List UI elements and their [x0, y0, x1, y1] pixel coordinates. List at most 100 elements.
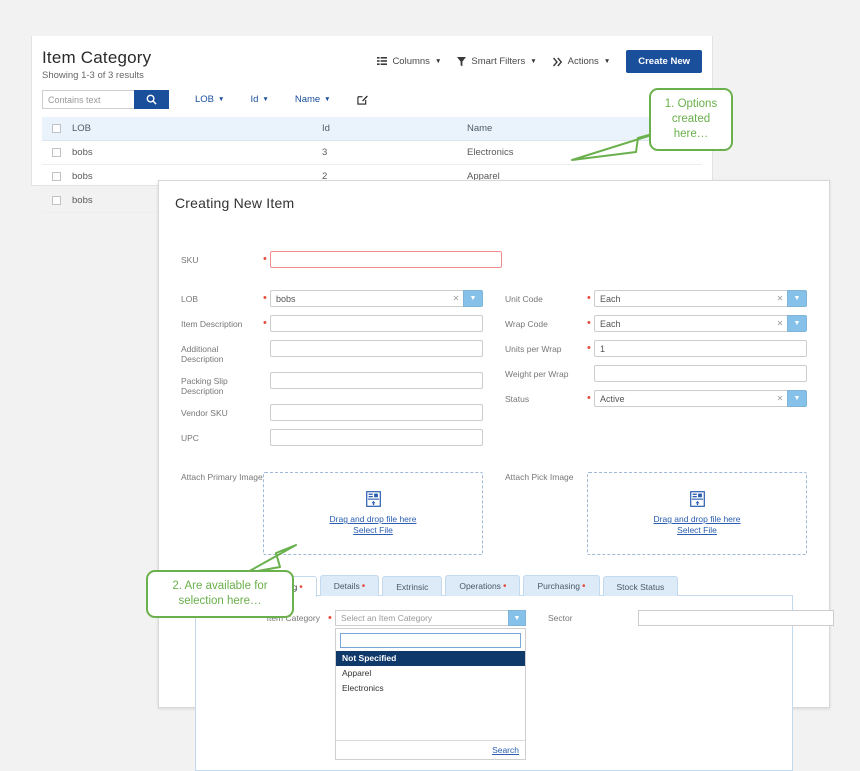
- edit-square-icon[interactable]: [356, 94, 368, 105]
- upc-input[interactable]: [270, 429, 483, 446]
- select-file-link[interactable]: Select File: [353, 525, 393, 536]
- callout-one: 1. Options created here…: [649, 88, 733, 151]
- tab-label: Purchasing: [537, 581, 580, 591]
- tab-extrinsic[interactable]: Extrinsic: [382, 576, 443, 596]
- modal-body: SKU • LOB • bobs ✕ ▼ Item Description • …: [159, 211, 834, 771]
- lob-combo[interactable]: bobs ✕ ▼: [270, 290, 483, 307]
- wrap-code-combo[interactable]: Each ✕ ▼: [594, 315, 807, 332]
- lob-control: bobs ✕ ▼: [270, 290, 483, 307]
- sku-input[interactable]: [270, 251, 502, 268]
- required-marker: •: [361, 581, 366, 592]
- row-checkbox[interactable]: [52, 171, 61, 181]
- select-all-checkbox[interactable]: [52, 123, 61, 133]
- chevron-down-icon[interactable]: ▼: [463, 290, 483, 307]
- dropdown-search-link[interactable]: Search: [492, 745, 519, 755]
- chevron-down-icon[interactable]: ▼: [787, 390, 807, 407]
- required-marker: •: [587, 317, 591, 329]
- catalog-tab-panel: Item Category • Select an Item Category …: [195, 595, 834, 771]
- columns-button[interactable]: Columns ▼: [377, 56, 441, 67]
- item-description-input[interactable]: [270, 315, 483, 332]
- option-not-specified[interactable]: Not Specified: [336, 651, 525, 666]
- attach-pick-image: Attach Pick Image Drag and drop file her…: [505, 472, 807, 555]
- item-category-combo[interactable]: Select an Item Category ▼: [335, 610, 526, 626]
- column-filter-name[interactable]: Name ▼: [295, 94, 331, 105]
- required-marker: •: [502, 581, 507, 592]
- chevron-down-icon: ▼: [530, 58, 537, 65]
- search-button[interactable]: [134, 90, 169, 109]
- column-filter-label: LOB: [195, 94, 215, 105]
- item-category-dropdown-panel: Not Specified Apparel Electronics Search: [335, 628, 526, 760]
- tab-label: Extrinsic: [396, 582, 429, 592]
- required-marker: •: [263, 253, 267, 265]
- clear-icon[interactable]: ✕: [449, 290, 463, 307]
- status-combo[interactable]: Active ✕ ▼: [594, 390, 807, 407]
- additional-description-input[interactable]: [270, 340, 483, 357]
- units-per-wrap-label: Units per Wrap: [505, 344, 562, 354]
- units-per-wrap-input[interactable]: [594, 340, 807, 357]
- row-checkbox[interactable]: [52, 147, 61, 157]
- field-lob: LOB • bobs ✕ ▼: [181, 290, 483, 307]
- item-category-option-list: Not Specified Apparel Electronics: [336, 651, 525, 740]
- option-apparel[interactable]: Apparel: [336, 666, 525, 681]
- drag-drop-text[interactable]: Drag and drop file here: [654, 514, 741, 525]
- pick-image-dropzone[interactable]: Drag and drop file here Select File: [587, 472, 807, 555]
- unit-code-label: Unit Code: [505, 294, 543, 304]
- tab-operations[interactable]: Operations •: [445, 575, 521, 596]
- search-input[interactable]: [42, 90, 134, 109]
- status-value: Active: [594, 390, 773, 407]
- grid-toolbar: Columns ▼ Smart Filters ▼ Actions ▼ Crea…: [377, 50, 702, 73]
- actions-label: Actions: [567, 56, 599, 67]
- chevron-down-icon[interactable]: ▼: [508, 610, 526, 626]
- column-filter-id[interactable]: Id ▼: [250, 94, 268, 105]
- header-lob[interactable]: LOB: [68, 117, 318, 141]
- tab-label: Details: [333, 581, 360, 591]
- tab-purchasing[interactable]: Purchasing •: [523, 575, 600, 596]
- packing-slip-description-control: [270, 372, 483, 389]
- option-electronics[interactable]: Electronics: [336, 681, 525, 696]
- cell-id: 3: [318, 140, 463, 165]
- field-additional-description: Additional Description •: [181, 340, 483, 364]
- row-select-cell: [42, 188, 68, 213]
- wrap-code-value: Each: [594, 315, 773, 332]
- field-status: Status • Active ✕ ▼: [505, 390, 807, 407]
- field-packing-slip-description: Packing Slip Description •: [181, 372, 483, 396]
- chevron-down-icon[interactable]: ▼: [787, 315, 807, 332]
- lob-label: LOB: [181, 294, 199, 304]
- sector-input[interactable]: [638, 610, 834, 626]
- header-id[interactable]: Id: [318, 117, 463, 141]
- actions-button[interactable]: Actions ▼: [552, 56, 610, 67]
- row-select-cell: [42, 164, 68, 189]
- double-chevron-right-icon: [552, 57, 563, 67]
- field-item-description: Item Description •: [181, 315, 483, 332]
- required-marker: •: [263, 317, 267, 329]
- creating-new-item-modal: Creating New Item SKU • LOB • bobs ✕ ▼ I…: [158, 180, 834, 771]
- clear-icon[interactable]: ✕: [773, 290, 787, 307]
- tab-details[interactable]: Details •: [319, 575, 380, 596]
- unit-code-combo[interactable]: Each ✕ ▼: [594, 290, 807, 307]
- item-category-search-input[interactable]: [340, 633, 521, 648]
- vendor-sku-input[interactable]: [270, 404, 483, 421]
- column-filter-lob[interactable]: LOB ▼: [195, 94, 224, 105]
- chevron-down-icon[interactable]: ▼: [787, 290, 807, 307]
- item-category-dropdown: Select an Item Category ▼ Not Specified …: [335, 610, 526, 760]
- weight-per-wrap-input[interactable]: [594, 365, 807, 382]
- tab-stock-status[interactable]: Stock Status: [602, 576, 679, 596]
- field-wrap-code: Wrap Code • Each ✕ ▼: [505, 315, 807, 332]
- attach-pick-image-label: Attach Pick Image: [505, 472, 574, 482]
- weight-per-wrap-control: [594, 365, 807, 382]
- select-file-link[interactable]: Select File: [677, 525, 717, 536]
- vendor-sku-control: [270, 404, 483, 421]
- grid-search: [42, 90, 169, 109]
- item-category-placeholder: Select an Item Category: [335, 610, 508, 626]
- clear-icon[interactable]: ✕: [773, 390, 787, 407]
- item-description-label: Item Description: [181, 319, 243, 329]
- clear-icon[interactable]: ✕: [773, 315, 787, 332]
- drag-drop-text[interactable]: Drag and drop file here: [330, 514, 417, 525]
- form-left-column: LOB • bobs ✕ ▼ Item Description • Additi…: [181, 290, 483, 454]
- create-new-button[interactable]: Create New: [626, 50, 702, 73]
- row-checkbox[interactable]: [52, 195, 61, 205]
- status-label: Status: [505, 394, 530, 404]
- packing-slip-description-input[interactable]: [270, 372, 483, 389]
- smart-filters-button[interactable]: Smart Filters ▼: [457, 56, 537, 67]
- row-select-cell: [42, 140, 68, 165]
